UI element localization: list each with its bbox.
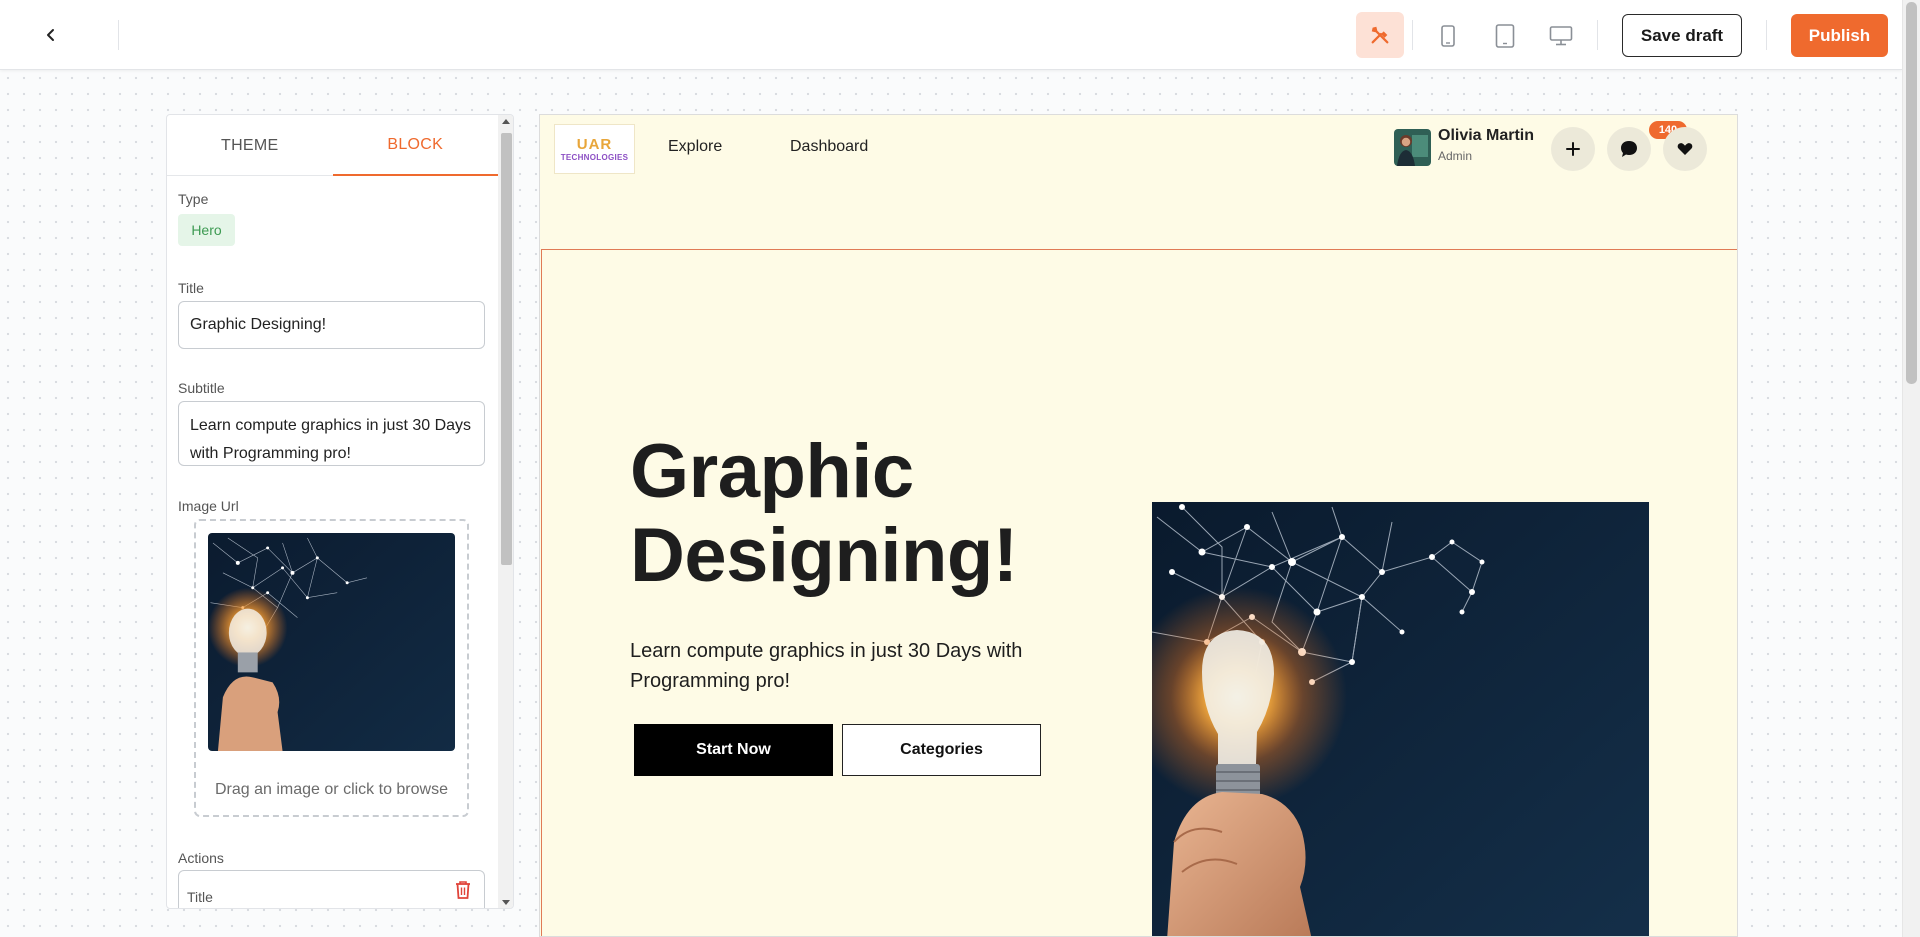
panel-scrollbar[interactable]	[498, 115, 513, 908]
scrollbar-thumb[interactable]	[1906, 2, 1917, 384]
hero-image	[1152, 502, 1649, 936]
editor-toolbar: Save draft Publish	[0, 0, 1902, 70]
favorites-button[interactable]	[1663, 127, 1707, 171]
action-title-field[interactable]: Title	[187, 889, 213, 905]
plus-icon	[1566, 142, 1580, 156]
heart-icon	[1677, 143, 1693, 155]
page-preview: UAR TECHNOLOGIES Explore Dashboard Olivi…	[539, 114, 1738, 937]
trash-icon[interactable]	[454, 880, 472, 900]
chevron-left-icon	[47, 29, 54, 41]
action-item[interactable]: Title	[178, 870, 485, 908]
divider	[118, 20, 119, 50]
dropzone-hint: Drag an image or click to browse	[215, 781, 448, 798]
mobile-view-button[interactable]	[1432, 20, 1464, 52]
tab-block[interactable]: BLOCK	[332, 115, 498, 176]
subtitle-field[interactable]: Learn compute graphics in just 30 Days w…	[178, 401, 485, 466]
image-dropzone[interactable]: Drag an image or click to browse	[194, 519, 469, 817]
nav-dashboard[interactable]: Dashboard	[790, 138, 868, 156]
add-button[interactable]	[1551, 127, 1595, 171]
tools-icon	[1371, 26, 1389, 44]
tablet-view-button[interactable]	[1489, 20, 1521, 52]
publish-button[interactable]: Publish	[1791, 14, 1888, 57]
hero-subtitle: Learn compute graphics in just 30 Days w…	[630, 640, 1023, 692]
panel-tabs: THEME BLOCK	[167, 115, 498, 176]
user-name: Olivia Martin	[1438, 127, 1535, 144]
site-logo[interactable]: UAR TECHNOLOGIES	[554, 124, 635, 174]
logo-text: TECHNOLOGIES	[560, 153, 629, 162]
type-label: Type	[178, 191, 209, 207]
actions-label: Actions	[178, 850, 224, 866]
block-type-chip: Hero	[178, 214, 235, 246]
hero-block[interactable]: Graphic Designing! Learn compute graphic…	[541, 249, 1737, 936]
subtitle-label: Subtitle	[178, 380, 225, 396]
desktop-icon	[1549, 26, 1573, 46]
phone-icon	[1441, 25, 1455, 47]
divider	[1597, 20, 1598, 50]
page-scrollbar[interactable]	[1902, 0, 1920, 937]
title-label: Title	[178, 280, 204, 296]
image-preview-thumbnail	[208, 533, 455, 751]
messages-button[interactable]	[1607, 127, 1651, 171]
scroll-up-arrow[interactable]	[502, 119, 510, 124]
save-draft-button[interactable]: Save draft	[1622, 14, 1742, 57]
block-settings-panel: THEME BLOCK Type Hero Title Graphic Desi…	[166, 114, 514, 909]
back-button[interactable]	[36, 20, 66, 50]
nav-explore[interactable]: Explore	[668, 138, 722, 156]
avatar[interactable]	[1394, 129, 1431, 166]
start-now-button[interactable]: Start Now	[634, 724, 833, 776]
categories-button[interactable]: Categories	[842, 724, 1041, 776]
tablet-icon	[1495, 24, 1515, 48]
desktop-view-button[interactable]	[1545, 20, 1577, 52]
chat-bubble-icon	[1621, 141, 1637, 157]
divider	[1766, 20, 1767, 50]
image-url-label: Image Url	[178, 498, 239, 514]
title-field[interactable]: Graphic Designing!	[178, 301, 485, 349]
logo-mark: UAR	[576, 136, 613, 153]
divider	[1412, 20, 1413, 50]
tab-theme[interactable]: THEME	[167, 115, 333, 176]
panel-scrollbar-thumb[interactable]	[501, 133, 512, 565]
build-mode-button[interactable]	[1356, 12, 1404, 58]
hero-title: Graphic Designing!	[630, 429, 1018, 598]
user-role: Admin	[1438, 149, 1473, 163]
scroll-down-arrow[interactable]	[502, 900, 510, 905]
